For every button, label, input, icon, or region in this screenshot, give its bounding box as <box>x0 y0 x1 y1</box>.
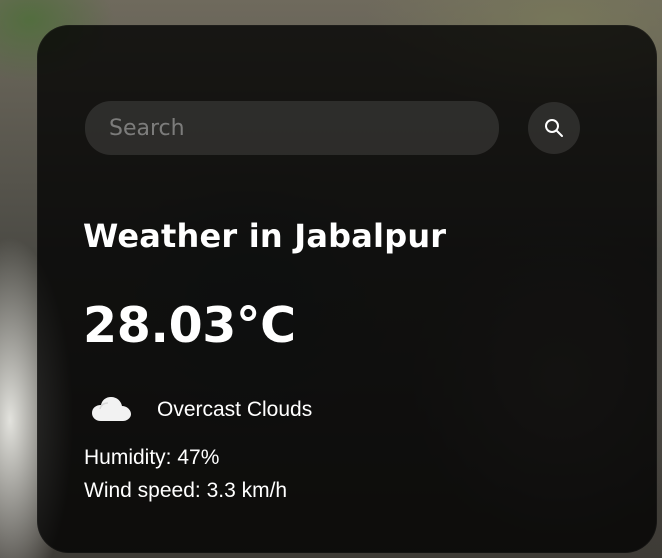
search-icon <box>545 119 563 137</box>
city-title: Weather in Jabalpur <box>83 217 447 255</box>
search-button[interactable] <box>528 102 580 154</box>
humidity-text: Humidity: 47% <box>84 446 220 469</box>
weather-card: Weather in Jabalpur 28.03°C Overcast Clo… <box>37 25 657 553</box>
temperature: 28.03°C <box>83 297 296 354</box>
cloud-icon <box>92 397 131 421</box>
condition-row: Overcast Clouds <box>90 393 312 427</box>
condition-text: Overcast Clouds <box>157 398 313 421</box>
wind-speed-text: Wind speed: 3.3 km/h <box>84 479 288 502</box>
search-bar <box>85 101 581 155</box>
search-input[interactable] <box>85 101 499 155</box>
